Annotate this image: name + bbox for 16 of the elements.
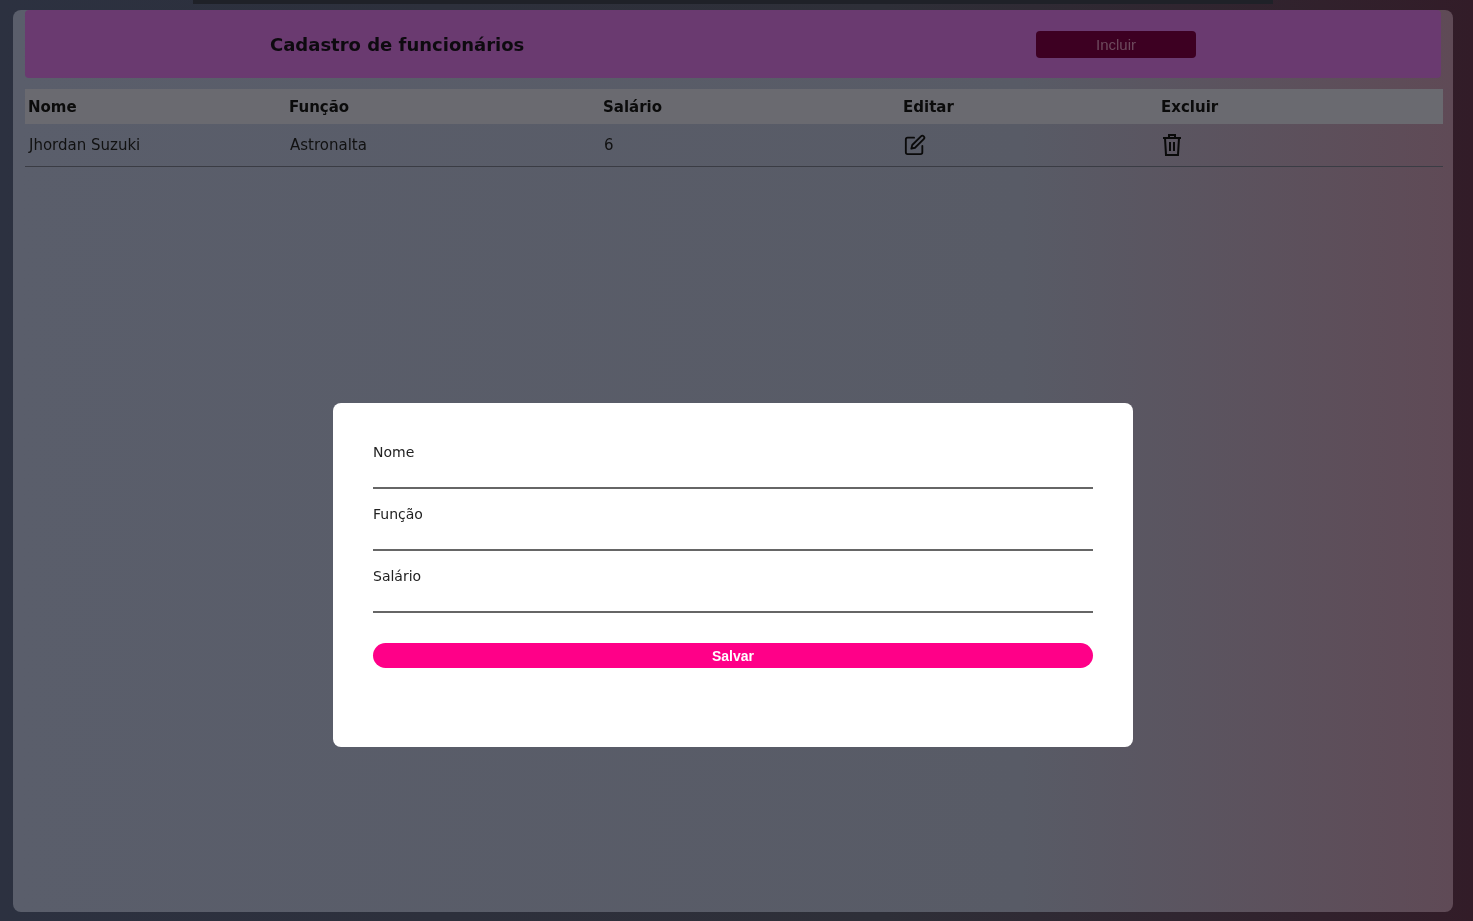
column-header: Nome [27, 97, 78, 116]
field-label: Nome [373, 443, 416, 461]
column-header: Editar [902, 97, 955, 116]
table-cell-text: Jhordan Suzuki [27, 136, 142, 154]
column-header: Salário [602, 97, 664, 116]
field-label: Salário [373, 567, 423, 585]
column-header: Função [288, 97, 351, 116]
column-header: Excluir [1160, 97, 1220, 116]
include-button[interactable]: Incluir [1036, 30, 1196, 58]
trash-icon[interactable] [1162, 134, 1182, 156]
save-button[interactable]: Salvar [373, 643, 1093, 668]
edit-icon[interactable] [904, 134, 926, 156]
field-label: Função [373, 505, 424, 523]
table-cell-text: Astronalta [289, 136, 368, 154]
page-title: Cadastro de funcionários [270, 33, 526, 55]
table-cell-text: 6 [603, 136, 615, 154]
